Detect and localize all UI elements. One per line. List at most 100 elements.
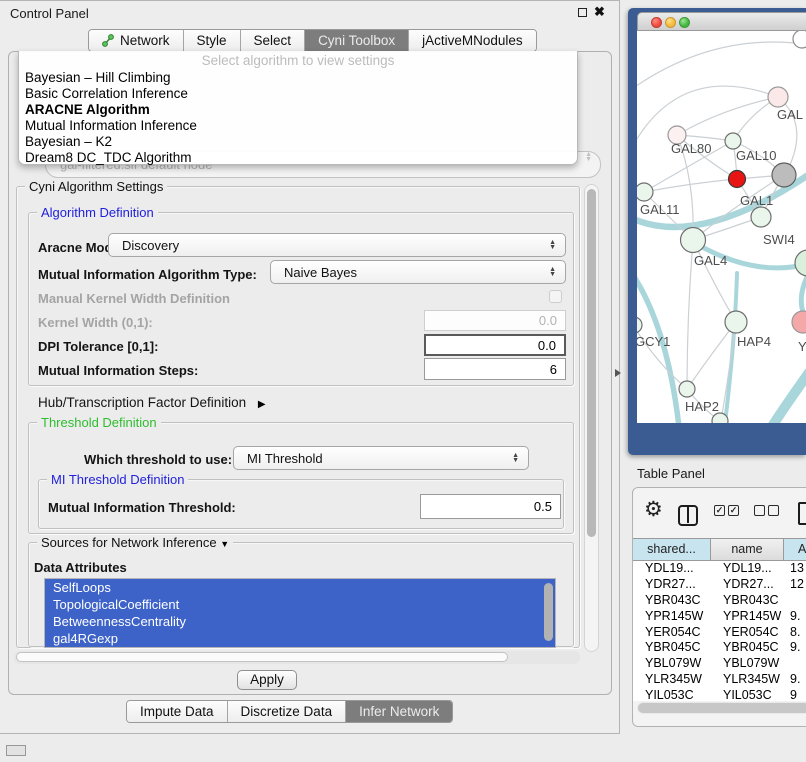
close-panel-icon[interactable]: ✖ xyxy=(594,4,605,20)
network-node-gal11[interactable] xyxy=(637,183,653,201)
chevron-right-icon: ▶ xyxy=(258,399,266,410)
data-attributes-items: SelfLoopsTopologicalCoefficientBetweenne… xyxy=(45,579,555,647)
node-label-gal1: GAL1 xyxy=(740,193,773,208)
attribute-item-betweennesscentrality[interactable]: BetweennessCentrality xyxy=(45,613,555,630)
data-attributes-label: Data Attributes xyxy=(34,560,127,575)
table-horizontal-scrollbar[interactable] xyxy=(637,702,806,714)
tab-select[interactable]: Select xyxy=(240,30,305,51)
network-node-gal4[interactable] xyxy=(681,228,706,253)
mi-steps-field[interactable]: 6 xyxy=(424,358,566,380)
table-row[interactable]: YIL053CYIL053C9 xyxy=(633,688,806,701)
attribute-item-selfloops[interactable]: SelfLoops xyxy=(45,579,555,596)
threshold-definition-title: Threshold Definition xyxy=(37,415,161,430)
algorithm-option-aracne-algorithm[interactable]: ARACNE Algorithm xyxy=(19,102,577,118)
table-cell: 13 xyxy=(784,561,806,577)
attributes-scrollbar[interactable] xyxy=(544,583,553,641)
unchecked-checkbox-icon[interactable] xyxy=(754,505,765,516)
mi-type-label: Mutual Information Algorithm Type: xyxy=(38,267,257,282)
network-node-hap4[interactable] xyxy=(725,311,747,333)
which-threshold-combo[interactable]: MI Threshold ▲▼ xyxy=(233,446,529,470)
tab-infer-network[interactable]: Infer Network xyxy=(345,701,452,722)
settings-vertical-scrollbar[interactable] xyxy=(584,184,599,652)
table-row[interactable]: YBR043CYBR043C xyxy=(633,593,806,609)
table-row[interactable]: YBL079WYBL079W xyxy=(633,656,806,672)
mi-threshold-field[interactable]: 0.5 xyxy=(420,494,561,519)
node-label-y: Y xyxy=(798,339,806,354)
kernel-width-field[interactable]: 0.0 xyxy=(424,310,566,331)
tab-style[interactable]: Style xyxy=(183,30,240,51)
float-panel-icon[interactable] xyxy=(578,8,587,17)
zoom-window-icon[interactable] xyxy=(679,17,690,28)
table-row[interactable]: YDL19...YDL19...13 xyxy=(633,561,806,577)
tab-jactivemnodules[interactable]: jActiveMNodules xyxy=(408,30,536,51)
algorithm-option-basic-correlation-inference[interactable]: Basic Correlation Inference xyxy=(19,86,577,102)
scrollbar-thumb[interactable] xyxy=(16,652,508,662)
tab-impute-data[interactable]: Impute Data xyxy=(127,701,227,722)
table-row[interactable]: YPR145WYPR145W9. xyxy=(633,609,806,625)
table-row[interactable]: YER054CYER054C8. xyxy=(633,625,806,641)
algorithm-option-bayesian-hill-climbing[interactable]: Bayesian – Hill Climbing xyxy=(19,70,577,86)
network-node[interactable] xyxy=(712,413,728,423)
stepper-arrows-icon: ▲▼ xyxy=(585,152,592,162)
table-cell: 9. xyxy=(784,640,806,656)
column-header-name[interactable]: name xyxy=(711,539,784,560)
network-node-gcy1[interactable] xyxy=(637,317,642,333)
checked-checkbox-icon[interactable]: ✓ xyxy=(728,505,739,516)
network-node[interactable] xyxy=(772,163,796,187)
network-node-y[interactable] xyxy=(792,311,806,333)
node-label-hap4: HAP4 xyxy=(737,334,771,349)
algorithm-option-mutual-information-inference[interactable]: Mutual Information Inference xyxy=(19,118,577,134)
network-node-gal10[interactable] xyxy=(725,133,741,149)
algorithm-option-bayesian-k2[interactable]: Bayesian – K2 xyxy=(19,134,577,150)
split-columns-icon[interactable] xyxy=(678,505,698,526)
apply-button[interactable]: Apply xyxy=(237,670,297,690)
algorithm-dropdown-prompt: Select algorithm to view settings xyxy=(19,51,577,70)
table-row[interactable]: YDR27...YDR27...12 xyxy=(633,577,806,593)
attribute-item-gal4rgexp[interactable]: gal4RGexp xyxy=(45,630,555,647)
table-header-row: shared...nameA xyxy=(633,538,806,561)
manual-kernel-checkbox[interactable] xyxy=(549,290,562,303)
settings-horizontal-scrollbar[interactable] xyxy=(14,651,580,664)
document-icon[interactable] xyxy=(798,502,806,525)
gear-icon[interactable]: ⚙ xyxy=(644,499,663,520)
network-node-swi4[interactable] xyxy=(795,250,806,276)
sources-group-title[interactable]: Sources for Network Inference ▼ xyxy=(37,535,233,550)
algorithm-option-dream8-dc-tdc-algorithm[interactable]: Dream8 DC_TDC Algorithm xyxy=(19,150,577,166)
network-edge xyxy=(677,97,778,135)
table-cell: 12 xyxy=(784,577,806,593)
tab-discretize-data[interactable]: Discretize Data xyxy=(227,701,346,722)
scrollbar-thumb[interactable] xyxy=(638,703,806,713)
unchecked-checkbox-icon[interactable] xyxy=(768,505,779,516)
network-canvas[interactable]: GALGAL80GAL10GAL1GAL11GAL4SWI4GCY1HAP4YH… xyxy=(637,31,806,423)
column-header-shared-[interactable]: shared... xyxy=(633,539,711,560)
mi-type-combo[interactable]: Naive Bayes ▲▼ xyxy=(270,260,566,284)
table-cell: YDR27... xyxy=(633,577,711,593)
table-panel: ⚙ ✓ ✓ shared...nameA YDL19...YDL19...13Y… xyxy=(632,487,806,727)
network-node[interactable] xyxy=(793,31,806,48)
aracne-mode-combo[interactable]: Discovery ▲▼ xyxy=(108,233,566,257)
minimized-panel-icon[interactable] xyxy=(6,745,26,756)
minimize-window-icon[interactable] xyxy=(665,17,676,28)
table-cell: YBR045C xyxy=(711,640,784,656)
tab-network[interactable]: Network xyxy=(89,30,183,51)
table-cell: YBR043C xyxy=(633,593,711,609)
network-node[interactable] xyxy=(729,171,746,188)
close-window-icon[interactable] xyxy=(651,17,662,28)
dpi-tolerance-field[interactable]: 0.0 xyxy=(424,334,566,356)
scrollbar-thumb[interactable] xyxy=(587,189,596,537)
table-row[interactable]: YBR045CYBR045C9. xyxy=(633,640,806,656)
table-row[interactable]: YLR345WYLR345W9. xyxy=(633,672,806,688)
data-attributes-list[interactable]: SelfLoopsTopologicalCoefficientBetweenne… xyxy=(44,578,556,648)
network-window-titlebar[interactable] xyxy=(637,12,806,31)
network-node-hap2[interactable] xyxy=(679,381,695,397)
attribute-item-topologicalcoefficient[interactable]: TopologicalCoefficient xyxy=(45,596,555,613)
network-graph: GALGAL80GAL10GAL1GAL11GAL4SWI4GCY1HAP4YH… xyxy=(637,31,806,423)
tab-cyni-toolbox[interactable]: Cyni Toolbox xyxy=(304,30,408,51)
node-label-gal4: GAL4 xyxy=(694,253,727,268)
network-node-gal1[interactable] xyxy=(751,207,771,227)
network-node-gal[interactable] xyxy=(768,87,788,107)
network-window: GALGAL80GAL10GAL1GAL11GAL4SWI4GCY1HAP4YH… xyxy=(628,8,806,455)
column-header-a[interactable]: A xyxy=(784,539,806,560)
hub-definition-toggle[interactable]: Hub/Transcription Factor Definition ▶ xyxy=(38,395,266,410)
checked-checkbox-icon[interactable]: ✓ xyxy=(714,505,725,516)
